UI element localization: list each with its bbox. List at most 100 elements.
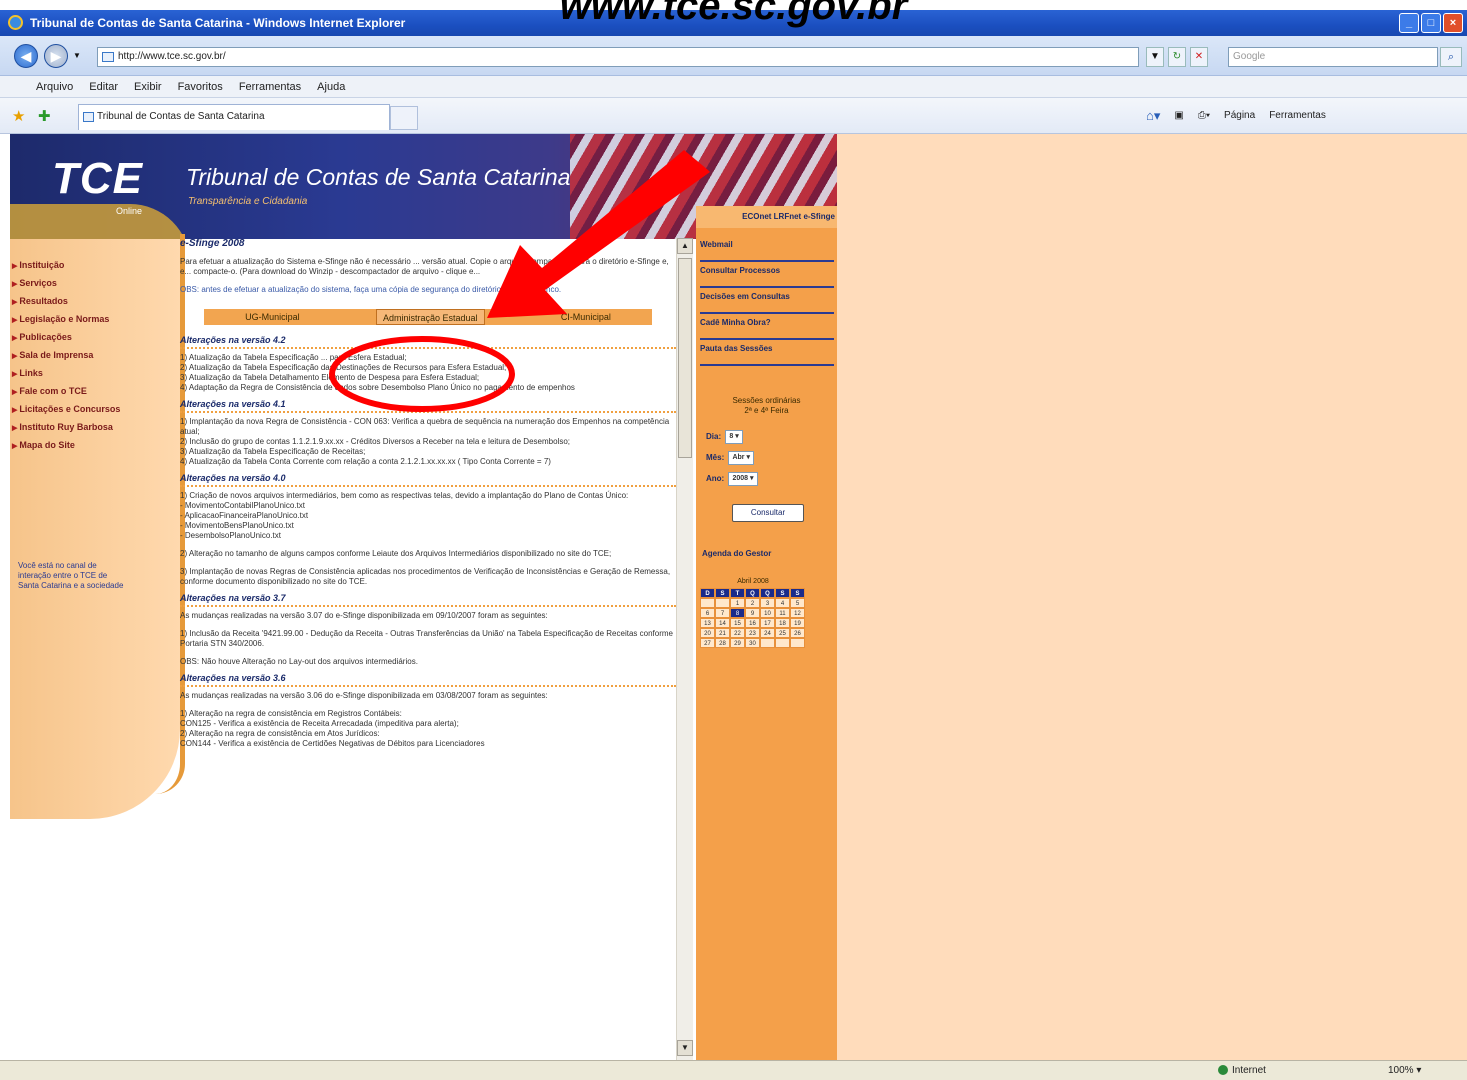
history-dropdown-icon[interactable]: ▼ bbox=[73, 51, 81, 60]
calendar-day[interactable]: 14 bbox=[715, 618, 730, 628]
mes-select[interactable]: Abr ▾ bbox=[728, 451, 754, 465]
nav-item-instituto[interactable]: ▶ Instituto Ruy Barbosa bbox=[10, 418, 170, 436]
tab-ci-municipal[interactable]: CI-Municipal bbox=[555, 309, 617, 325]
nav-item-publicacoes[interactable]: ▶ Publicações bbox=[10, 328, 170, 346]
calendar-day[interactable]: 26 bbox=[790, 628, 805, 638]
zoom-level[interactable]: 100% ▾ bbox=[1388, 1061, 1421, 1080]
calendar-day[interactable]: 18 bbox=[775, 618, 790, 628]
calendar-day[interactable]: 5 bbox=[790, 598, 805, 608]
menu-ajuda[interactable]: Ajuda bbox=[317, 76, 345, 97]
calendar-weekday: S bbox=[790, 588, 805, 598]
scroll-thumb[interactable] bbox=[678, 258, 692, 458]
nav-item-mapa[interactable]: ▶ Mapa do Site bbox=[10, 436, 170, 454]
scroll-down-icon[interactable]: ▼ bbox=[677, 1040, 693, 1056]
menu-editar[interactable]: Editar bbox=[89, 76, 118, 97]
dropdown-icon[interactable]: ▼ bbox=[1146, 47, 1164, 67]
calendar-day[interactable]: 21 bbox=[715, 628, 730, 638]
calendar-day[interactable]: 13 bbox=[700, 618, 715, 628]
home-icon[interactable]: ⌂▾ bbox=[1146, 106, 1160, 126]
nav-item-links[interactable]: ▶ Links bbox=[10, 364, 170, 382]
tools-menu[interactable]: Ferramentas bbox=[1269, 106, 1326, 126]
calendar-day[interactable]: 9 bbox=[745, 608, 760, 618]
top-system-links[interactable]: ECOnet LRFnet e-Sfinge bbox=[696, 206, 837, 228]
calendar-day[interactable]: 22 bbox=[730, 628, 745, 638]
section-line bbox=[180, 621, 676, 629]
add-favorite-icon[interactable]: ✚ bbox=[38, 107, 51, 125]
search-input[interactable]: Google bbox=[1228, 47, 1438, 67]
back-arrow-icon[interactable]: ◀ bbox=[14, 44, 38, 68]
calendar-day bbox=[775, 638, 790, 648]
calendar-day[interactable]: 1 bbox=[730, 598, 745, 608]
calendar-day[interactable]: 27 bbox=[700, 638, 715, 648]
forward-arrow-icon[interactable]: ▶ bbox=[44, 44, 68, 68]
feeds-icon[interactable]: ▣ bbox=[1174, 106, 1183, 126]
nav-item-instituicao[interactable]: ▶ Instituição bbox=[10, 256, 170, 274]
section-line bbox=[180, 701, 676, 709]
menu-ferramentas[interactable]: Ferramentas bbox=[239, 76, 301, 97]
calendar-day[interactable]: 17 bbox=[760, 618, 775, 628]
nav-item-fale-conosco[interactable]: ▶ Fale com o TCE bbox=[10, 382, 170, 400]
scroll-up-icon[interactable]: ▲ bbox=[677, 238, 693, 254]
calendar-day[interactable]: 23 bbox=[745, 628, 760, 638]
calendar-day[interactable]: 19 bbox=[790, 618, 805, 628]
calendar-day[interactable]: 28 bbox=[715, 638, 730, 648]
ano-select[interactable]: 2008 ▾ bbox=[728, 472, 758, 486]
calendar-day[interactable]: 4 bbox=[775, 598, 790, 608]
consultar-button[interactable]: Consultar bbox=[732, 504, 804, 522]
sessions-info: Sessões ordinárias 2ª e 4ª Feira bbox=[696, 396, 837, 416]
print-icon[interactable]: ⎙▾ bbox=[1198, 106, 1210, 126]
calendar-day[interactable]: 6 bbox=[700, 608, 715, 618]
url-text: http://www.tce.sc.gov.br/ bbox=[118, 51, 226, 62]
scrollbar[interactable]: ▲ ▼ bbox=[676, 238, 693, 1060]
calendar-day[interactable]: 15 bbox=[730, 618, 745, 628]
section-line: 2) Alteração na regra de consistência em… bbox=[180, 729, 380, 738]
dia-select[interactable]: 8 ▾ bbox=[725, 430, 743, 444]
link-cade-minha-obra[interactable]: Cadê Minha Obra? bbox=[700, 314, 834, 340]
menu-exibir[interactable]: Exibir bbox=[134, 76, 162, 97]
calendar-day[interactable]: 29 bbox=[730, 638, 745, 648]
favorites-star-icon[interactable]: ★ bbox=[12, 107, 25, 125]
dia-row: Dia: 8 ▾ bbox=[706, 430, 743, 444]
page-menu[interactable]: Página bbox=[1224, 106, 1255, 126]
url-input[interactable]: http://www.tce.sc.gov.br/ bbox=[97, 47, 1139, 67]
menu-arquivo[interactable]: Arquivo bbox=[36, 76, 73, 97]
calendar-day[interactable]: 12 bbox=[790, 608, 805, 618]
link-consultar-processos[interactable]: Consultar Processos bbox=[700, 262, 834, 288]
calendar-day[interactable]: 16 bbox=[745, 618, 760, 628]
nav-item-resultados[interactable]: ▶ Resultados bbox=[10, 292, 170, 310]
tab-bar: ★ ✚ Tribunal de Contas de Santa Catarina… bbox=[0, 98, 1467, 134]
link-webmail[interactable]: Webmail bbox=[700, 236, 834, 262]
calendar-day[interactable]: 7 bbox=[715, 608, 730, 618]
calendar-day[interactable]: 10 bbox=[760, 608, 775, 618]
status-bar: Internet 100% ▾ bbox=[0, 1060, 1467, 1080]
link-pauta[interactable]: Pauta das Sessões bbox=[700, 340, 834, 366]
refresh-icon[interactable]: ↻ bbox=[1168, 47, 1186, 67]
nav-item-servicos[interactable]: ▶ Serviços bbox=[10, 274, 170, 292]
section-line: OBS: Não houve Alteração no Lay-out dos … bbox=[180, 657, 418, 666]
calendar-grid: D S T Q Q S S 1 2 3 4 5 6 7 8 9 10 11 12 13 14 15 16 17 18 19 20 21… bbox=[700, 588, 806, 648]
calendar-day[interactable]: 20 bbox=[700, 628, 715, 638]
obs-link[interactable]: OBS: antes de efetuar a atualização do s… bbox=[180, 285, 676, 295]
calendar-weekday: Q bbox=[745, 588, 760, 598]
calendar-day[interactable]: 24 bbox=[760, 628, 775, 638]
nav-item-licitacoes[interactable]: ▶ Licitações e Concursos bbox=[10, 400, 170, 418]
menu-favoritos[interactable]: Favoritos bbox=[178, 76, 223, 97]
new-tab-button[interactable] bbox=[390, 106, 418, 130]
nav-item-sala-imprensa[interactable]: ▶ Sala de Imprensa bbox=[10, 346, 170, 364]
section-list: As mudanças realizadas na versão 3.07 do… bbox=[180, 611, 676, 667]
calendar-day[interactable]: 8 bbox=[730, 608, 745, 618]
calendar-day[interactable]: 30 bbox=[745, 638, 760, 648]
calendar-day[interactable]: 3 bbox=[760, 598, 775, 608]
search-icon[interactable]: ⌕ bbox=[1440, 47, 1462, 67]
nav-item-legislacao[interactable]: ▶ Legislação e Normas bbox=[10, 310, 170, 328]
calendar-day[interactable]: 11 bbox=[775, 608, 790, 618]
calendar-day[interactable]: 25 bbox=[775, 628, 790, 638]
tab-ug-municipal[interactable]: UG-Municipal bbox=[239, 309, 306, 325]
agenda-title[interactable]: Agenda do Gestor bbox=[702, 549, 771, 558]
stop-icon[interactable]: ✕ bbox=[1190, 47, 1208, 67]
tce-logo[interactable]: TCE bbox=[52, 154, 143, 204]
calendar-day[interactable]: 2 bbox=[745, 598, 760, 608]
link-decisoes[interactable]: Decisões em Consultas bbox=[700, 288, 834, 314]
tab-administracao-estadual[interactable]: Administração Estadual bbox=[375, 309, 485, 325]
tab-current[interactable]: Tribunal de Contas de Santa Catarina bbox=[78, 104, 390, 130]
